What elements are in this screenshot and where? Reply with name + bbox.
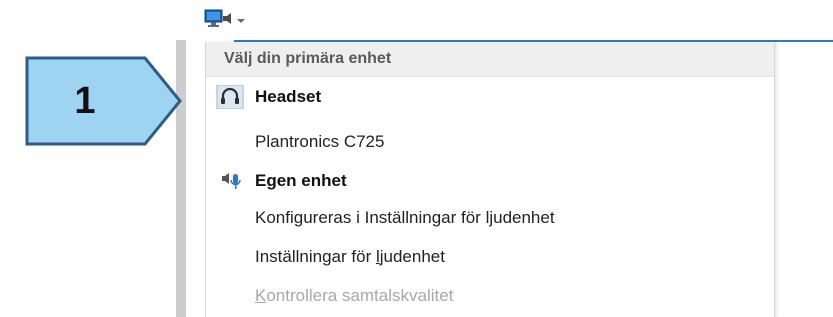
menu-item-label: Plantronics C725 — [255, 132, 385, 151]
menu-item-configured-in-settings[interactable]: Konfigureras i Inställningar för ljudenh… — [206, 202, 774, 234]
primary-device-menu: Välj din primära enhet Headset Plantroni… — [205, 42, 775, 317]
menu-item-label: Headset — [255, 87, 322, 106]
access-key: K — [255, 286, 267, 305]
headset-icon — [216, 84, 246, 110]
speaker-microphone-icon — [216, 169, 246, 193]
menu-header: Välj din primära enhet — [206, 42, 774, 77]
menu-item-headset[interactable]: Headset — [206, 81, 774, 113]
label-part: judenhet — [379, 247, 445, 266]
menu-item-label: Inställningar för ljudenhet — [255, 247, 445, 267]
step-number: 1 — [74, 79, 96, 122]
menu-header-label: Välj din primära enhet — [224, 50, 392, 67]
label-part: ontrollera samtalskvalitet — [266, 286, 454, 305]
chevron-down-icon — [237, 19, 245, 23]
menu-item-label: Konfigureras i Inställningar för ljudenh… — [255, 208, 555, 227]
menu-item-label: Kontrollera samtalskvalitet — [255, 286, 453, 306]
menu-item-plantronics[interactable]: Plantronics C725 — [206, 126, 774, 158]
menu-item-label: Egen enhet — [255, 171, 347, 190]
label-part: Inställningar för — [255, 247, 376, 266]
audio-device-button[interactable] — [203, 8, 247, 30]
menu-item-own-device[interactable]: Egen enhet — [206, 165, 774, 197]
menu-item-check-call-quality[interactable]: Kontrollera samtalskvalitet — [206, 280, 774, 312]
menu-item-audio-device-settings[interactable]: Inställningar för ljudenhet — [206, 241, 774, 273]
